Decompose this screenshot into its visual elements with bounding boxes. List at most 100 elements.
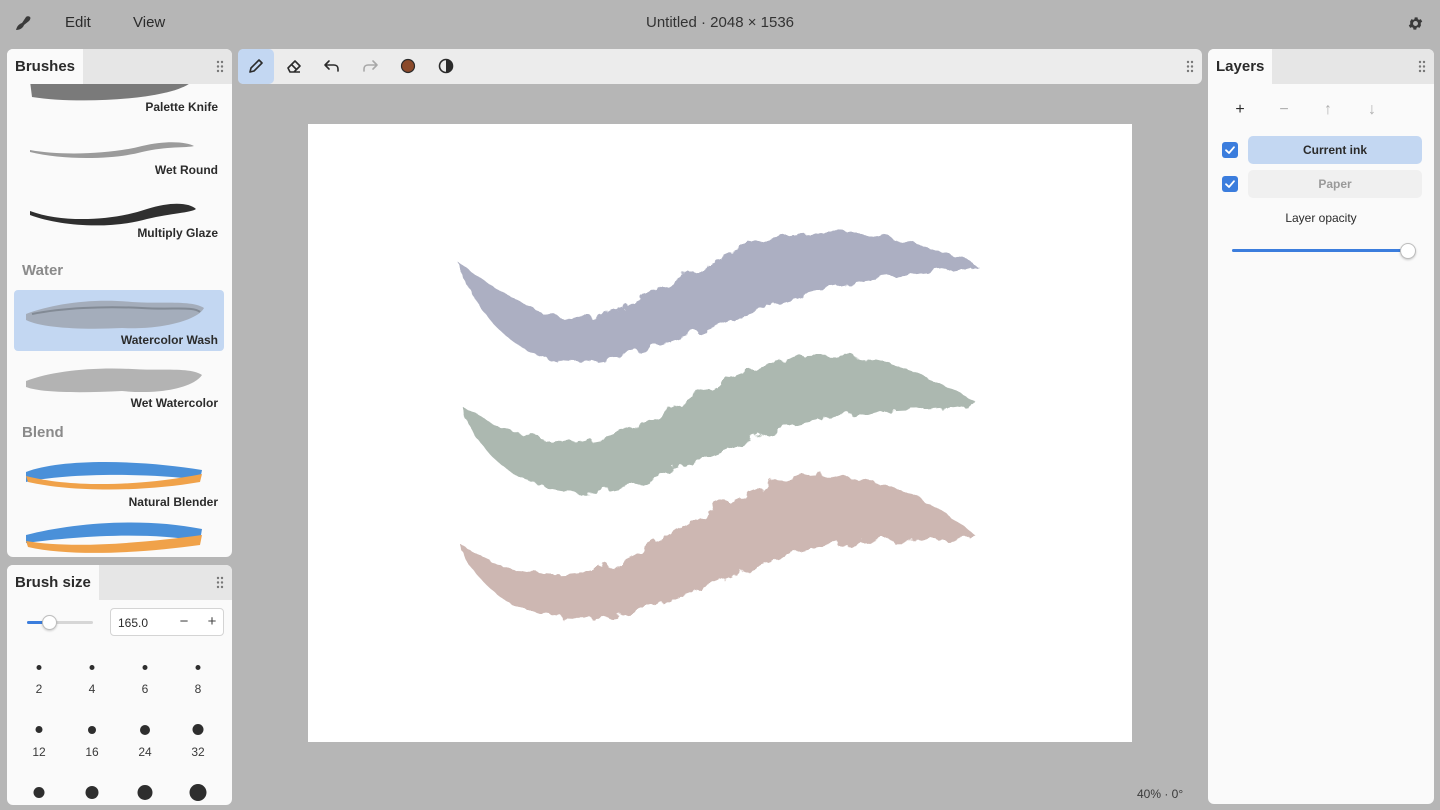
preset-label: 24 bbox=[138, 745, 152, 759]
size-preset-large[interactable] bbox=[72, 786, 112, 805]
paint-stroke-green bbox=[460, 355, 976, 493]
brush-item-palette-knife[interactable]: Palette Knife bbox=[14, 84, 224, 118]
eraser-icon bbox=[287, 60, 301, 73]
layer-current-ink[interactable]: Current ink bbox=[1248, 136, 1422, 164]
natural-blender-stroke bbox=[26, 462, 202, 490]
redo-icon bbox=[363, 60, 378, 72]
undo-button[interactable] bbox=[314, 49, 350, 84]
pencil-tool-button[interactable] bbox=[238, 49, 274, 84]
blender-stroke bbox=[26, 522, 202, 553]
size-preset-32[interactable]: 32 bbox=[178, 724, 218, 774]
checkmark-icon bbox=[1225, 180, 1235, 188]
layers-panel-header: Layers bbox=[1208, 49, 1434, 84]
size-dot bbox=[85, 786, 99, 799]
size-dot bbox=[137, 785, 153, 800]
layer-paper[interactable]: Paper bbox=[1248, 170, 1422, 198]
brush-item-watercolor-wash[interactable]: Watercolor Wash bbox=[14, 290, 224, 351]
preset-label: 4 bbox=[88, 682, 96, 696]
size-preset-large[interactable] bbox=[125, 785, 165, 805]
brushes-panel-header: Brushes bbox=[7, 49, 232, 84]
slider-knob[interactable] bbox=[1400, 243, 1416, 259]
preset-label: 6 bbox=[141, 682, 149, 696]
size-preset-16[interactable]: 16 bbox=[72, 724, 112, 774]
contrast-button[interactable] bbox=[428, 49, 464, 84]
multiply-glaze-stroke bbox=[30, 203, 196, 226]
brush-label: Multiply Glaze bbox=[137, 226, 218, 240]
brush-item-natural-blender[interactable]: Natural Blender bbox=[14, 452, 224, 513]
checkmark-icon bbox=[1225, 146, 1235, 154]
eraser-tool-button[interactable] bbox=[276, 49, 312, 84]
brush-size-panel: Brush size 165.0 − + 2 4 6 8 12 16 24 32 bbox=[7, 565, 232, 805]
painted-strokes bbox=[460, 231, 976, 619]
brush-label: Natural Blender bbox=[128, 495, 218, 509]
size-preset-24[interactable]: 24 bbox=[125, 724, 165, 774]
wet-round-stroke bbox=[30, 142, 194, 158]
layer-visibility-checkbox[interactable] bbox=[1222, 142, 1238, 158]
drag-handle-icon[interactable] bbox=[216, 576, 224, 589]
paint-stroke-blue bbox=[460, 231, 976, 363]
size-preset-2[interactable]: 2 bbox=[19, 661, 59, 711]
color-picker-button[interactable] bbox=[390, 49, 426, 84]
drawing-canvas[interactable] bbox=[308, 124, 1132, 742]
brush-size-spinbox[interactable]: 165.0 − + bbox=[110, 608, 224, 636]
brush-label: Watercolor Wash bbox=[120, 333, 218, 347]
brush-item-wet-watercolor[interactable]: Wet Watercolor bbox=[14, 353, 224, 414]
brushes-tab[interactable]: Brushes bbox=[7, 49, 84, 84]
layer-row-current-ink: Current ink bbox=[1222, 136, 1424, 164]
drag-handle-icon[interactable] bbox=[1418, 60, 1426, 73]
add-layer-button[interactable]: + bbox=[1230, 100, 1250, 120]
size-preset-large[interactable] bbox=[178, 784, 218, 805]
brush-label: Wet Watercolor bbox=[130, 396, 218, 410]
canvas-viewport[interactable] bbox=[238, 84, 1202, 806]
size-dot bbox=[189, 784, 207, 801]
preset-label: 8 bbox=[194, 682, 202, 696]
move-layer-down-button[interactable]: ↓ bbox=[1362, 100, 1382, 120]
paint-stroke-rose bbox=[460, 475, 976, 619]
move-layer-up-button[interactable]: ↑ bbox=[1318, 100, 1338, 120]
slider-fill bbox=[1232, 249, 1408, 252]
redo-button[interactable] bbox=[352, 49, 388, 84]
brush-item-multiply-glaze[interactable]: Multiply Glaze bbox=[14, 183, 224, 244]
brush-label: Wet Round bbox=[154, 163, 218, 177]
brush-list[interactable]: Palette Knife Wet Round Multiply Glaze W… bbox=[7, 84, 232, 557]
pencil-icon bbox=[249, 59, 263, 73]
remove-layer-button[interactable]: − bbox=[1274, 100, 1294, 120]
brush-size-slider[interactable] bbox=[27, 615, 93, 630]
contrast-icon bbox=[438, 58, 454, 74]
brush-size-value[interactable]: 165.0 bbox=[118, 616, 148, 630]
watercolor-wash-stroke bbox=[26, 300, 204, 329]
tool-bar bbox=[238, 49, 1202, 84]
layers-tab[interactable]: Layers bbox=[1208, 49, 1273, 84]
group-title-blend: Blend bbox=[22, 424, 64, 441]
increase-size-button[interactable]: + bbox=[202, 612, 222, 632]
color-swatch-icon bbox=[400, 58, 416, 74]
layer-visibility-checkbox[interactable] bbox=[1222, 176, 1238, 192]
size-dot bbox=[33, 787, 45, 798]
size-preset-12[interactable]: 12 bbox=[19, 724, 59, 774]
brush-size-tab[interactable]: Brush size bbox=[7, 565, 99, 600]
brush-item-wet-round[interactable]: Wet Round bbox=[14, 120, 224, 181]
brush-label: Palette Knife bbox=[145, 100, 218, 114]
size-dot bbox=[142, 665, 148, 670]
drag-handle-icon[interactable] bbox=[216, 60, 224, 73]
layers-panel: Layers + − ↑ ↓ Current ink Paper Layer o… bbox=[1208, 49, 1434, 804]
preset-label: 16 bbox=[85, 745, 99, 759]
decrease-size-button[interactable]: − bbox=[174, 612, 194, 632]
layer-opacity-slider[interactable] bbox=[1232, 243, 1416, 259]
size-preset-8[interactable]: 8 bbox=[178, 661, 218, 711]
gear-icon[interactable] bbox=[1407, 15, 1424, 32]
slider-knob[interactable] bbox=[42, 615, 58, 630]
size-preset-4[interactable]: 4 bbox=[72, 661, 112, 711]
size-dot bbox=[35, 726, 43, 733]
size-preset-large[interactable] bbox=[19, 786, 59, 805]
size-preset-6[interactable]: 6 bbox=[125, 661, 165, 711]
brushes-panel: Brushes Palette Knife Wet Round Multiply… bbox=[7, 49, 232, 557]
brush-item-blender[interactable] bbox=[14, 515, 224, 557]
layer-row-paper: Paper bbox=[1222, 170, 1424, 198]
undo-icon bbox=[324, 60, 339, 72]
size-dot bbox=[88, 726, 96, 734]
drag-handle-icon[interactable] bbox=[1186, 60, 1194, 73]
size-dot bbox=[195, 665, 201, 670]
preset-label: 12 bbox=[32, 745, 46, 759]
size-dot bbox=[140, 725, 150, 735]
